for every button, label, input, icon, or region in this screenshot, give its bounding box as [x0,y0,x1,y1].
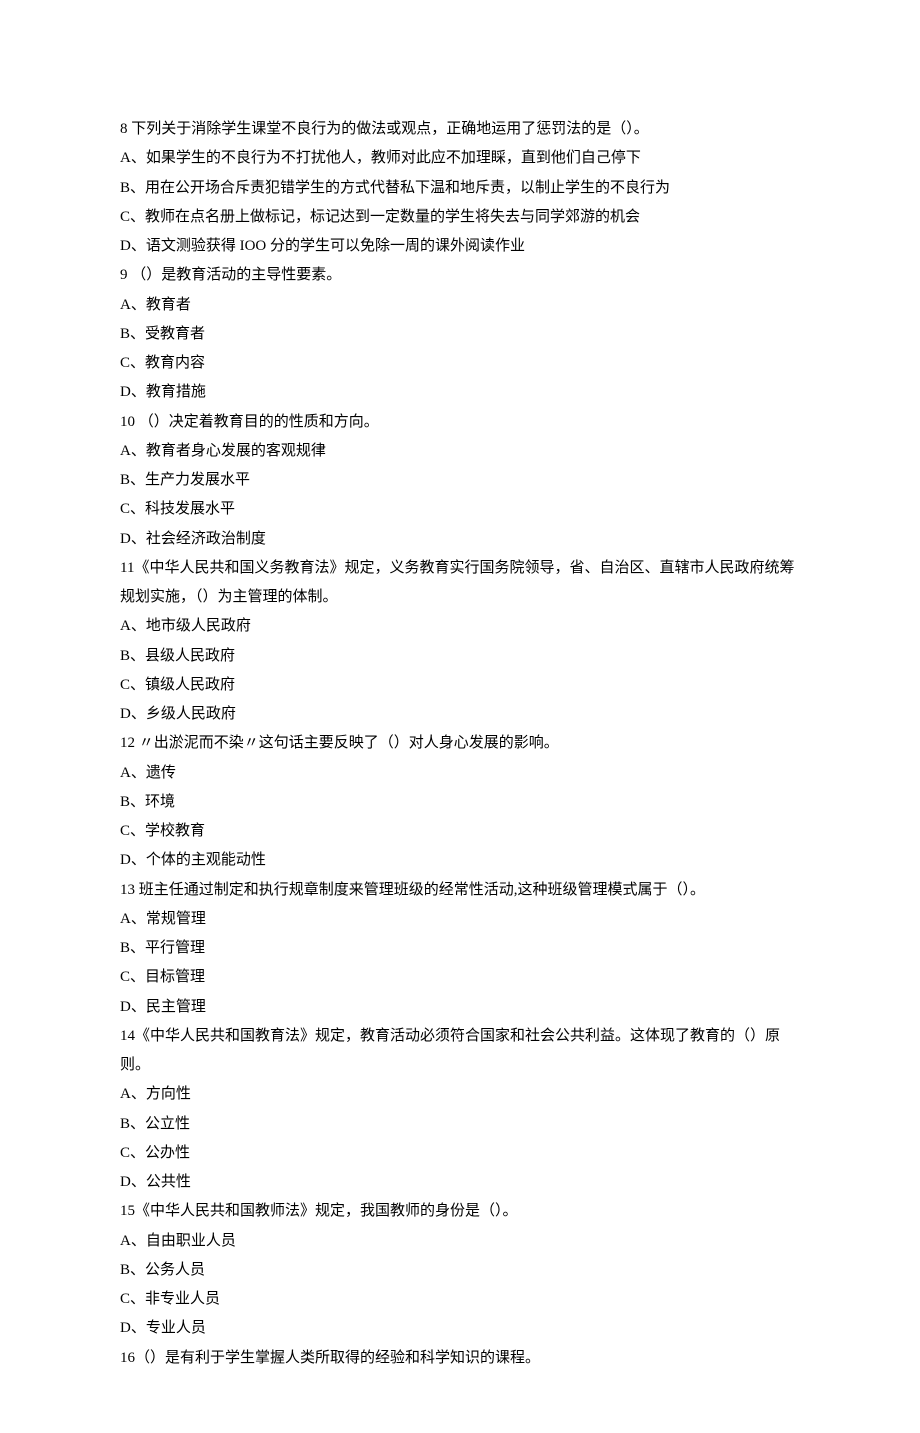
text-line: 8 下列关于消除学生课堂不良行为的做法或观点，正确地运用了惩罚法的是（）。 [120,115,800,144]
text-line: D、教育措施 [120,378,800,407]
text-line: B、平行管理 [120,934,800,963]
text-line: D、个体的主观能动性 [120,846,800,875]
text-line: D、专业人员 [120,1314,800,1343]
text-line: C、目标管理 [120,963,800,992]
text-line: D、公共性 [120,1168,800,1197]
text-line: C、教师在点名册上做标记，标记达到一定数量的学生将失去与同学郊游的机会 [120,203,800,232]
text-line: A、自由职业人员 [120,1227,800,1256]
text-line: D、民主管理 [120,993,800,1022]
text-line: B、公立性 [120,1110,800,1139]
text-line: C、镇级人民政府 [120,671,800,700]
text-line: C、公办性 [120,1139,800,1168]
text-line: 11《中华人民共和国义务教育法》规定，义务教育实行国务院领导，省、自治区、直辖市… [120,554,800,613]
text-line: B、县级人民政府 [120,642,800,671]
text-line: A、如果学生的不良行为不打扰他人，教师对此应不加理睬，直到他们自己停下 [120,144,800,173]
text-line: 13 班主任通过制定和执行规章制度来管理班级的经常性活动,这种班级管理模式属于（… [120,876,800,905]
text-line: D、乡级人民政府 [120,700,800,729]
text-line: 16（）是有利于学生掌握人类所取得的经验和科学知识的课程。 [120,1344,800,1373]
text-line: A、教育者 [120,291,800,320]
text-line: A、地市级人民政府 [120,612,800,641]
text-line: B、公务人员 [120,1256,800,1285]
text-line: A、常规管理 [120,905,800,934]
text-line: A、教育者身心发展的客观规律 [120,437,800,466]
text-line: C、科技发展水平 [120,495,800,524]
text-line: B、环境 [120,788,800,817]
text-line: 10 （）决定着教育目的的性质和方向。 [120,408,800,437]
text-line: A、遗传 [120,759,800,788]
text-line: B、生产力发展水平 [120,466,800,495]
text-line: B、用在公开场合斥责犯错学生的方式代替私下温和地斥责，以制止学生的不良行为 [120,174,800,203]
text-line: B、受教育者 [120,320,800,349]
text-line: A、方向性 [120,1080,800,1109]
text-line: D、语文测验获得 IOO 分的学生可以免除一周的课外阅读作业 [120,232,800,261]
text-line: C、非专业人员 [120,1285,800,1314]
text-line: C、教育内容 [120,349,800,378]
document-body: 8 下列关于消除学生课堂不良行为的做法或观点，正确地运用了惩罚法的是（）。A、如… [120,115,800,1373]
text-line: 12 〃出淤泥而不染〃这句话主要反映了（）对人身心发展的影响。 [120,729,800,758]
text-line: 9 （）是教育活动的主导性要素。 [120,261,800,290]
text-line: 14《中华人民共和国教育法》规定，教育活动必须符合国家和社会公共利益。这体现了教… [120,1022,800,1081]
text-line: D、社会经济政治制度 [120,525,800,554]
text-line: C、学校教育 [120,817,800,846]
text-line: 15《中华人民共和国教师法》规定，我国教师的身份是（）。 [120,1197,800,1226]
